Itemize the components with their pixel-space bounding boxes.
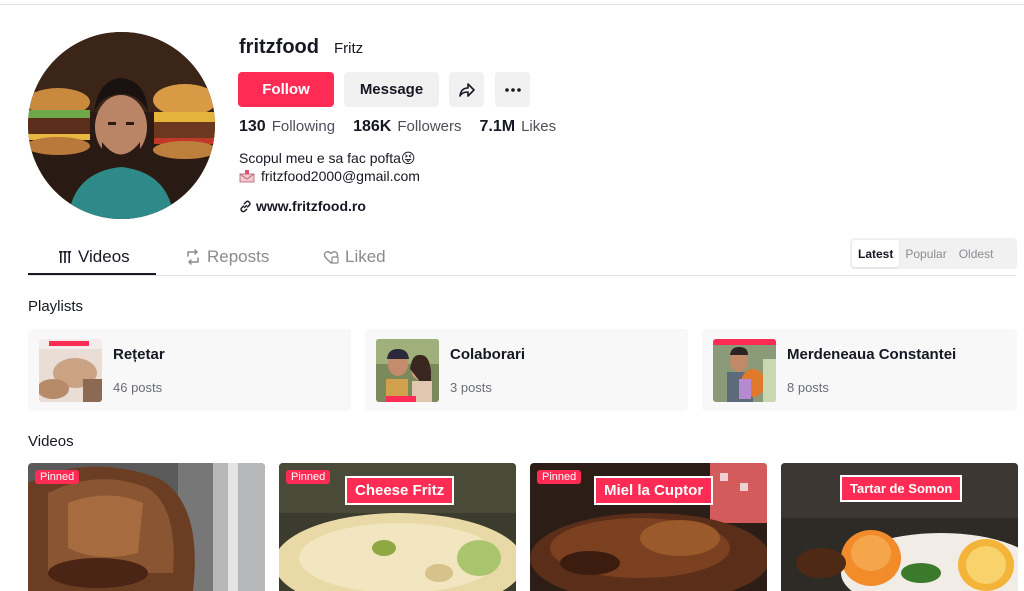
mailbox-icon — [239, 169, 255, 182]
nickname: Fritz — [334, 40, 364, 57]
username: fritzfood — [239, 36, 319, 58]
pinned-badge: Pinned — [35, 470, 80, 484]
playlist-thumbnail — [376, 339, 439, 402]
share-icon — [458, 82, 475, 97]
more-button[interactable] — [495, 72, 530, 107]
playlist-count: 46 posts — [113, 380, 163, 395]
playlist-card[interactable]: Rețetar 46 posts — [28, 329, 351, 411]
video-card[interactable]: Pinned Cheese Fritz — [279, 463, 516, 591]
playlist-count: 3 posts — [450, 380, 492, 395]
follow-button[interactable]: Follow — [238, 72, 334, 107]
stat-followers[interactable]: 186K Followers — [353, 118, 461, 136]
sort-popular[interactable]: Popular — [899, 240, 952, 267]
website-link[interactable]: www.fritzfood.ro — [239, 198, 366, 214]
link-icon — [240, 200, 251, 212]
tab-reposts[interactable]: Reposts — [185, 238, 269, 276]
playlists-title: Playlists — [28, 298, 84, 315]
tab-liked[interactable]: Liked — [323, 238, 386, 276]
playlist-name: Colaborari — [450, 346, 526, 363]
sort-oldest[interactable]: Oldest — [953, 240, 1000, 267]
video-title-overlay: Tartar de Somon — [840, 475, 963, 502]
pinned-badge: Pinned — [537, 470, 582, 484]
bio-email: fritzfood2000@gmail.com — [261, 168, 420, 184]
playlist-thumbnail — [713, 339, 776, 402]
video-card[interactable]: Pinned — [28, 463, 265, 591]
top-divider — [0, 4, 1024, 5]
profile-stats: 130 Following 186K Followers 7.1M Likes — [239, 118, 574, 136]
stat-likes: 7.1M Likes — [480, 118, 557, 136]
playlist-name: Merdeneaua Constantei — [787, 346, 957, 363]
bio-email-line: fritzfood2000@gmail.com — [239, 168, 420, 184]
website-text: www.fritzfood.ro — [256, 198, 366, 214]
pinned-badge: Pinned — [286, 470, 331, 484]
playlist-count: 8 posts — [787, 380, 829, 395]
tab-videos-label: Videos — [78, 247, 130, 266]
tab-videos[interactable]: Videos — [58, 238, 130, 276]
tab-liked-label: Liked — [345, 247, 386, 266]
playlist-card[interactable]: Merdeneaua Constantei 8 posts — [702, 329, 1017, 411]
more-icon — [504, 87, 521, 92]
share-button[interactable] — [449, 72, 484, 107]
heart-icon — [323, 251, 339, 264]
stat-following[interactable]: 130 Following — [239, 118, 335, 136]
sort-latest[interactable]: Latest — [852, 240, 900, 267]
bio-text: Scopul meu e sa fac pofta😝 — [239, 150, 416, 166]
playlist-name: Rețetar — [113, 346, 165, 363]
videos-title: Videos — [28, 433, 74, 450]
playlist-card[interactable]: Colaborari 3 posts — [365, 329, 688, 411]
repost-icon — [187, 249, 199, 265]
playlist-thumbnail — [39, 339, 102, 402]
grid-icon — [59, 251, 71, 263]
stat-following-value: 130 — [239, 118, 266, 135]
sort-selector: Latest Popular Oldest — [850, 238, 1017, 269]
stat-followers-value: 186K — [353, 118, 392, 135]
video-card[interactable]: Tartar de Somon — [781, 463, 1018, 591]
stat-likes-label: Likes — [521, 118, 557, 135]
message-button[interactable]: Message — [344, 72, 439, 107]
stat-followers-label: Followers — [397, 118, 462, 135]
tab-reposts-label: Reposts — [207, 247, 270, 266]
avatar[interactable] — [28, 32, 215, 219]
video-title-overlay: Cheese Fritz — [345, 476, 455, 505]
stat-likes-value: 7.1M — [479, 118, 516, 135]
video-card[interactable]: Pinned Miel la Cuptor — [530, 463, 767, 591]
video-title-overlay: Miel la Cuptor — [594, 476, 714, 505]
active-tab-indicator — [28, 273, 156, 275]
stat-following-label: Following — [271, 118, 336, 135]
